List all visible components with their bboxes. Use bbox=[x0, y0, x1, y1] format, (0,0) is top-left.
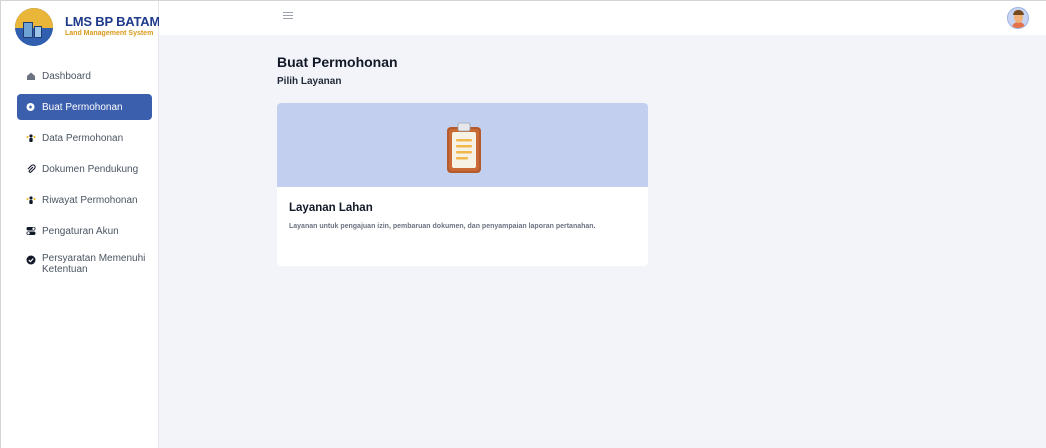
sidebar-item-label: Dashboard bbox=[42, 70, 91, 82]
brand-title: LMS BP BATAM bbox=[65, 14, 161, 29]
sidebar-item-dashboard[interactable]: Dashboard bbox=[17, 63, 152, 89]
card-description: Layanan untuk pengajuan izin, pembaruan … bbox=[289, 223, 596, 230]
sidebar-item-pengaturan-akun[interactable]: Pengaturan Akun bbox=[17, 218, 152, 244]
users-icon bbox=[26, 133, 36, 143]
card-banner bbox=[277, 103, 648, 187]
toggle-icon bbox=[26, 226, 36, 236]
sidebar-item-data-permohonan[interactable]: Data Permohonan bbox=[17, 125, 152, 151]
sidebar-item-buat-permohonan[interactable]: Buat Permohonan bbox=[17, 94, 152, 120]
topbar bbox=[159, 1, 1046, 35]
sidebar-item-label: Buat Permohonan bbox=[42, 101, 123, 113]
sidebar-item-label: Data Permohonan bbox=[42, 132, 124, 144]
brand-subtitle: Land Management System bbox=[65, 30, 154, 37]
check-circle-icon bbox=[26, 255, 36, 265]
hamburger-icon[interactable] bbox=[283, 12, 293, 20]
clipboard-icon bbox=[447, 122, 481, 173]
sidebar: LMS BP BATAM Land Management System Dash… bbox=[1, 1, 160, 448]
brand[interactable]: LMS BP BATAM Land Management System bbox=[15, 8, 160, 46]
page-title: Buat Permohonan bbox=[277, 54, 398, 70]
user-avatar[interactable] bbox=[1007, 7, 1029, 29]
sidebar-nav: Dashboard Buat Permohonan Data Permohona… bbox=[17, 63, 152, 284]
sidebar-item-label: Pengaturan Akun bbox=[42, 225, 119, 237]
sidebar-item-dokumen-pendukung[interactable]: Dokumen Pendukung bbox=[17, 156, 152, 182]
sidebar-item-label: Dokumen Pendukung bbox=[42, 163, 139, 175]
paperclip-icon bbox=[26, 164, 36, 174]
service-card-layanan-lahan[interactable]: Layanan Lahan Layanan untuk pengajuan iz… bbox=[277, 103, 648, 266]
card-title: Layanan Lahan bbox=[289, 202, 373, 214]
users-icon bbox=[26, 195, 36, 205]
sidebar-item-riwayat-permohonan[interactable]: Riwayat Permohonan bbox=[17, 187, 152, 213]
home-icon bbox=[26, 71, 36, 81]
page-subtitle: Pilih Layanan bbox=[277, 76, 342, 87]
sidebar-item-label: Persyaratan Memenuhi Ketentuan bbox=[42, 253, 146, 275]
new-request-icon bbox=[26, 102, 36, 112]
sidebar-item-persyaratan[interactable]: Persyaratan Memenuhi Ketentuan bbox=[17, 249, 152, 279]
brand-logo bbox=[15, 8, 53, 46]
sidebar-item-label: Riwayat Permohonan bbox=[42, 194, 138, 206]
